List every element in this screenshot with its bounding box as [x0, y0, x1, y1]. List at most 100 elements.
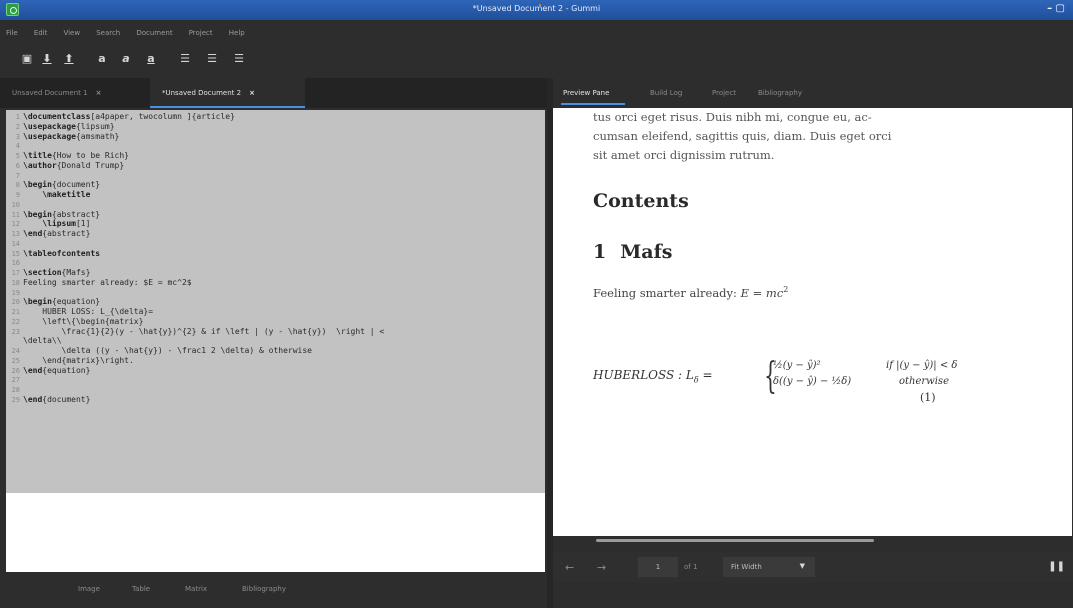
- code-line: 6 \author{Donald Trump}: [6, 161, 545, 171]
- close-icon[interactable]: ×: [249, 89, 255, 97]
- pause-icon[interactable]: ❚❚: [1048, 561, 1065, 572]
- next-page-button[interactable]: →: [597, 561, 606, 574]
- code-line: 9 \maketitle: [6, 190, 545, 200]
- insert-matrix-button[interactable]: Matrix: [185, 585, 207, 593]
- tab-unsaved-document-1[interactable]: Unsaved Document 1 ×: [0, 78, 148, 108]
- section-number: 1: [593, 241, 607, 263]
- feeling-math: E = mc: [740, 285, 784, 300]
- code-text: HUBER LOSS: L_{\delta}=: [23, 307, 154, 316]
- code-keyword: \begin: [23, 297, 52, 307]
- bold-icon[interactable]: a: [95, 52, 109, 66]
- eq-row2-cond: otherwise: [899, 376, 949, 387]
- code-keyword: \begin: [23, 180, 52, 190]
- code-line: 29 \end{document}: [6, 395, 545, 405]
- tab-preview-pane[interactable]: Preview Pane: [560, 78, 626, 108]
- code-line: 19: [6, 288, 545, 298]
- preview-pane: Preview Pane Build Log Project Bibliogra…: [553, 78, 1073, 608]
- tab-project[interactable]: Project: [712, 78, 736, 108]
- prev-page-button[interactable]: ←: [565, 561, 574, 574]
- insert-table-button[interactable]: Table: [132, 585, 150, 593]
- code-line: 2 \usepackage{lipsum}: [6, 122, 545, 132]
- window-controls[interactable]: – ▢: [1047, 3, 1065, 14]
- align-center-icon[interactable]: ☰: [205, 52, 219, 66]
- pdf-page[interactable]: tus orci eget risus. Duis nibh mi, congu…: [553, 108, 1072, 536]
- download-icon[interactable]: ⬇: [40, 52, 54, 66]
- menu-document[interactable]: Document: [136, 29, 172, 37]
- bibliography-button[interactable]: Bibliography: [242, 585, 286, 593]
- title-bar: *Unsaved Document 2 - Gummi – ▢: [0, 0, 1073, 20]
- code-text: \left\{\begin{matrix}: [23, 316, 144, 326]
- code-line: 7: [6, 171, 545, 181]
- underline-icon[interactable]: a: [144, 52, 158, 66]
- equation-lhs: HUBERLOSS : Lδ =: [593, 368, 713, 384]
- feeling-exponent: 2: [783, 285, 789, 294]
- code-line: 18 Feeling smarter already: $E = mc^2$: [6, 278, 545, 288]
- scrollbar-thumb[interactable]: [596, 539, 874, 542]
- code-line: 14: [6, 239, 545, 249]
- code-editor[interactable]: 1 \documentclass[a4paper, twocolumn ]{art…: [6, 110, 545, 572]
- menu-view[interactable]: View: [63, 29, 80, 37]
- align-right-icon[interactable]: ☰: [232, 52, 246, 66]
- code-line: 25 \end{matrix}\right.: [6, 356, 545, 366]
- code-line: 20 \begin{equation}: [6, 297, 545, 307]
- insert-image-button[interactable]: Image: [78, 585, 100, 593]
- code-line: 24 \delta ((y - \hat{y}) - \frac1 2 \del…: [6, 346, 545, 356]
- menu-file[interactable]: File: [6, 29, 18, 37]
- preview-tab-bar: Preview Pane Build Log Project Bibliogra…: [553, 78, 1073, 108]
- zoom-value: Fit Width: [731, 563, 762, 571]
- code-text: {amsmath}: [75, 131, 120, 141]
- code-line: 21 HUBER LOSS: L_{\delta}=: [6, 307, 545, 317]
- tab-bibliography[interactable]: Bibliography: [758, 78, 802, 108]
- italic-icon[interactable]: a: [119, 52, 133, 66]
- code-keyword: \lipsum: [23, 219, 76, 229]
- feeling-line: Feeling smarter already: E = mc2: [593, 285, 788, 300]
- code-keyword: \author: [23, 160, 57, 170]
- eq-row1-expr: ½(y − ŷ)²: [773, 360, 821, 371]
- code-text: \frac{1}{2}(y - \hat{y})^{2} & if \left …: [23, 326, 385, 336]
- menu-help[interactable]: Help: [229, 29, 245, 37]
- equation-number: (1): [920, 391, 936, 404]
- code-text: [a4paper, twocolumn ]{article}: [90, 112, 235, 121]
- code-text: {document}: [42, 394, 91, 404]
- code-keyword: \begin: [23, 209, 52, 219]
- menu-edit[interactable]: Edit: [34, 29, 48, 37]
- code-text: {Mafs}: [61, 268, 91, 277]
- contents-heading: Contents: [593, 190, 689, 212]
- align-left-icon[interactable]: ☰: [178, 52, 192, 66]
- page-number-input[interactable]: [638, 557, 678, 577]
- code-line: 5 \title{How to be Rich}: [6, 151, 545, 161]
- code-line: 15 \tableofcontents: [6, 249, 545, 259]
- page-count: of 1: [684, 563, 698, 571]
- code-line: \delta\\: [6, 336, 545, 346]
- eq-lhs-eq: =: [698, 368, 713, 382]
- chevron-down-icon: ▼: [799, 562, 805, 570]
- code-text: \delta\\: [23, 336, 62, 346]
- code-line: 17 \section{Mafs}: [6, 268, 545, 278]
- tab-build-log[interactable]: Build Log: [650, 78, 682, 108]
- code-keyword: \documentclass: [23, 112, 91, 121]
- code-line: 23 \frac{1}{2}(y - \hat{y})^{2} & if \le…: [6, 327, 545, 337]
- zoom-select[interactable]: Fit Width ▼: [723, 557, 815, 577]
- huber-equation: HUBERLOSS : Lδ = { ½(y − ŷ)² δ((y − ŷ) −…: [593, 356, 1033, 412]
- code-text: {equation}: [51, 297, 101, 307]
- upload-icon[interactable]: ⬆: [62, 52, 76, 66]
- code-keyword: \end: [23, 229, 43, 238]
- horizontal-scrollbar[interactable]: [553, 536, 1073, 544]
- tab-unsaved-document-2[interactable]: *Unsaved Document 2 ×: [150, 78, 305, 108]
- code-text: \delta ((y - \hat{y}) - \frac1 2 \delta)…: [23, 346, 312, 355]
- editor-tab-bar: Unsaved Document 1 × *Unsaved Document 2 ×: [0, 78, 547, 108]
- code-keyword: \usepackage: [23, 131, 76, 141]
- code-keyword: \tableofcontents: [23, 248, 101, 258]
- eq-row2-expr: δ((y − ŷ) − ½δ): [773, 376, 852, 387]
- close-icon[interactable]: ×: [96, 89, 102, 97]
- eq-row1-cond: if |(y − ŷ)| < δ: [886, 360, 958, 371]
- new-file-icon[interactable]: ▣: [20, 52, 34, 66]
- feeling-text: Feeling smarter already:: [593, 285, 741, 300]
- tab-label: *Unsaved Document 2: [162, 89, 242, 97]
- tab-label: Unsaved Document 1: [12, 89, 88, 97]
- section-heading: 1 Mafs: [593, 241, 672, 263]
- menu-project[interactable]: Project: [189, 29, 213, 37]
- code-keyword: \usepackage: [23, 121, 76, 131]
- window-title: *Unsaved Document 2 - Gummi: [472, 4, 601, 13]
- menu-search[interactable]: Search: [96, 29, 120, 37]
